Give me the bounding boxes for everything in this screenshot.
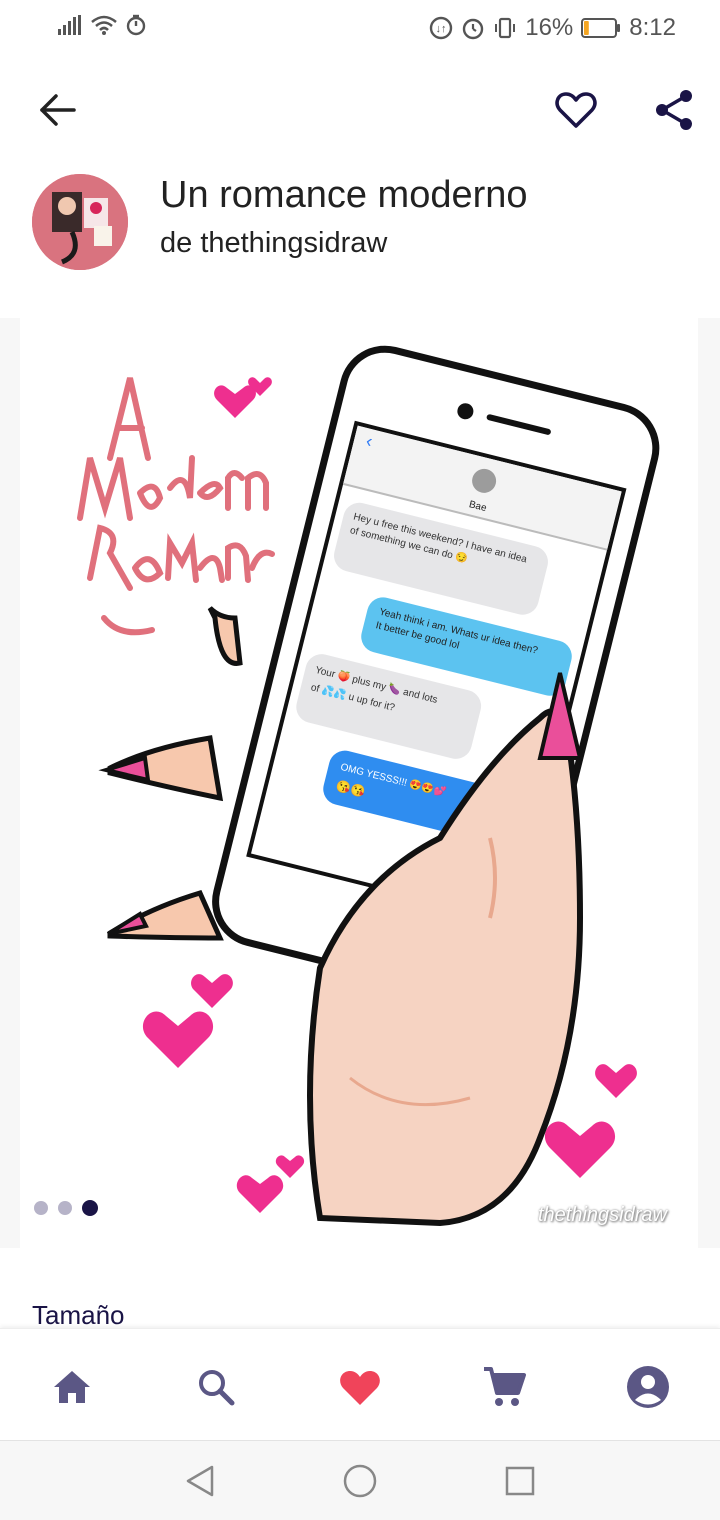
battery-percent: 16%: [525, 14, 574, 41]
battery-icon: [581, 18, 621, 38]
alarm-icon: [463, 18, 484, 40]
timer-icon: [126, 14, 146, 36]
share-button[interactable]: [650, 86, 698, 134]
heart-icon: [340, 1371, 380, 1405]
artist-link[interactable]: de thethingsidraw: [160, 227, 387, 260]
artwork-watermark: thethingsidraw: [538, 1204, 667, 1226]
cart-icon: [484, 1367, 526, 1406]
back-button[interactable]: [36, 88, 80, 132]
clock-time: 8:12: [629, 14, 676, 41]
share-icon: [656, 90, 692, 130]
account-icon: [627, 1366, 669, 1408]
artwork-illustration: Bae ‹ Hey u free this weekend? I have an…: [77, 345, 660, 1227]
nav-account[interactable]: [624, 1363, 672, 1411]
home-circle-icon: [343, 1464, 377, 1498]
recents-square-icon: [505, 1466, 535, 1496]
nav-search[interactable]: [192, 1363, 240, 1411]
bottom-navigation: [0, 1328, 720, 1440]
back-triangle-icon: [186, 1465, 214, 1497]
product-artwork: Bae ‹ Hey u free this weekend? I have an…: [20, 318, 698, 1248]
carousel-dot[interactable]: [58, 1201, 72, 1215]
nav-home[interactable]: [48, 1363, 96, 1411]
search-icon: [199, 1370, 235, 1406]
back-arrow-icon: [40, 94, 76, 126]
product-image-carousel[interactable]: Bae ‹ Hey u free this weekend? I have an…: [0, 318, 720, 1248]
lettering-art: [77, 377, 275, 636]
wifi-icon: [91, 15, 117, 35]
nav-cart[interactable]: [480, 1363, 528, 1411]
system-recents-button[interactable]: [500, 1461, 540, 1501]
product-title: Un romance moderno: [160, 174, 528, 216]
avatar-image: [32, 174, 128, 270]
data-saver-icon: ↓↑: [430, 16, 453, 40]
carousel-indicators: [34, 1200, 98, 1216]
favorite-button[interactable]: [552, 86, 600, 134]
artist-avatar[interactable]: [32, 174, 128, 270]
carousel-dot[interactable]: [34, 1201, 48, 1215]
nav-favorites[interactable]: [336, 1363, 384, 1411]
vibrate-icon: [495, 17, 516, 39]
carousel-dot-active[interactable]: [82, 1200, 98, 1216]
size-section-label: Tamaño: [32, 1300, 125, 1330]
status-bar: ↓↑ 16% 8:12: [0, 0, 720, 56]
heart-outline-icon: [555, 92, 597, 128]
system-back-button[interactable]: [180, 1461, 220, 1501]
system-navigation-bar: [0, 1440, 720, 1520]
system-home-button[interactable]: [340, 1461, 380, 1501]
svg-text:↓↑: ↓↑: [436, 23, 447, 35]
signal-icon: [58, 15, 81, 35]
home-icon: [54, 1371, 90, 1403]
